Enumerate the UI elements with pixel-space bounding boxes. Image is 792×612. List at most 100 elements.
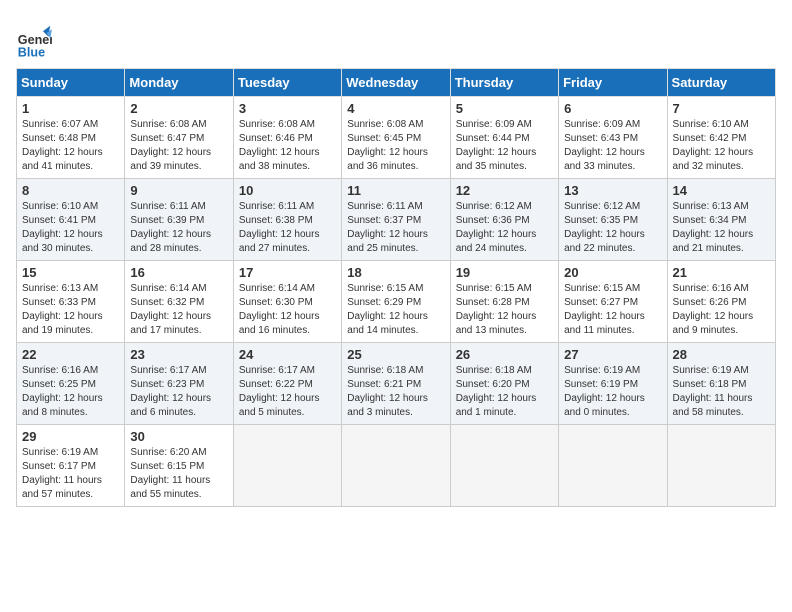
day-number: 2 — [130, 101, 227, 116]
calendar-cell: 11 Sunrise: 6:11 AMSunset: 6:37 PMDaylig… — [342, 179, 450, 261]
cell-info: Sunrise: 6:14 AMSunset: 6:30 PMDaylight:… — [239, 283, 320, 336]
calendar-cell: 3 Sunrise: 6:08 AMSunset: 6:46 PMDayligh… — [233, 97, 341, 179]
calendar-cell — [342, 425, 450, 507]
cell-info: Sunrise: 6:10 AMSunset: 6:41 PMDaylight:… — [22, 201, 103, 254]
calendar-cell: 8 Sunrise: 6:10 AMSunset: 6:41 PMDayligh… — [17, 179, 125, 261]
day-number: 15 — [22, 265, 119, 280]
cell-info: Sunrise: 6:09 AMSunset: 6:44 PMDaylight:… — [456, 119, 537, 172]
calendar-cell: 14 Sunrise: 6:13 AMSunset: 6:34 PMDaylig… — [667, 179, 775, 261]
svg-text:Blue: Blue — [18, 45, 45, 59]
cell-info: Sunrise: 6:07 AMSunset: 6:48 PMDaylight:… — [22, 119, 103, 172]
day-number: 20 — [564, 265, 661, 280]
cell-info: Sunrise: 6:11 AMSunset: 6:37 PMDaylight:… — [347, 201, 428, 254]
calendar-cell: 16 Sunrise: 6:14 AMSunset: 6:32 PMDaylig… — [125, 261, 233, 343]
cell-info: Sunrise: 6:18 AMSunset: 6:20 PMDaylight:… — [456, 365, 537, 418]
calendar-week-row: 15 Sunrise: 6:13 AMSunset: 6:33 PMDaylig… — [17, 261, 776, 343]
day-number: 1 — [22, 101, 119, 116]
logo: General Blue — [16, 24, 52, 60]
cell-info: Sunrise: 6:10 AMSunset: 6:42 PMDaylight:… — [673, 119, 754, 172]
day-number: 4 — [347, 101, 444, 116]
cell-info: Sunrise: 6:11 AMSunset: 6:39 PMDaylight:… — [130, 201, 211, 254]
calendar-cell: 28 Sunrise: 6:19 AMSunset: 6:18 PMDaylig… — [667, 343, 775, 425]
calendar-cell: 20 Sunrise: 6:15 AMSunset: 6:27 PMDaylig… — [559, 261, 667, 343]
day-header-friday: Friday — [559, 69, 667, 97]
day-number: 7 — [673, 101, 770, 116]
day-number: 22 — [22, 347, 119, 362]
day-number: 13 — [564, 183, 661, 198]
cell-info: Sunrise: 6:16 AMSunset: 6:25 PMDaylight:… — [22, 365, 103, 418]
cell-info: Sunrise: 6:15 AMSunset: 6:27 PMDaylight:… — [564, 283, 645, 336]
calendar-cell: 15 Sunrise: 6:13 AMSunset: 6:33 PMDaylig… — [17, 261, 125, 343]
day-number: 27 — [564, 347, 661, 362]
calendar-week-row: 29 Sunrise: 6:19 AMSunset: 6:17 PMDaylig… — [17, 425, 776, 507]
day-header-tuesday: Tuesday — [233, 69, 341, 97]
day-number: 8 — [22, 183, 119, 198]
cell-info: Sunrise: 6:09 AMSunset: 6:43 PMDaylight:… — [564, 119, 645, 172]
day-number: 12 — [456, 183, 553, 198]
calendar-cell: 21 Sunrise: 6:16 AMSunset: 6:26 PMDaylig… — [667, 261, 775, 343]
day-header-sunday: Sunday — [17, 69, 125, 97]
calendar-cell: 25 Sunrise: 6:18 AMSunset: 6:21 PMDaylig… — [342, 343, 450, 425]
cell-info: Sunrise: 6:12 AMSunset: 6:35 PMDaylight:… — [564, 201, 645, 254]
logo-icon: General Blue — [16, 24, 52, 60]
calendar-cell: 22 Sunrise: 6:16 AMSunset: 6:25 PMDaylig… — [17, 343, 125, 425]
day-header-saturday: Saturday — [667, 69, 775, 97]
day-number: 26 — [456, 347, 553, 362]
cell-info: Sunrise: 6:15 AMSunset: 6:28 PMDaylight:… — [456, 283, 537, 336]
calendar-week-row: 22 Sunrise: 6:16 AMSunset: 6:25 PMDaylig… — [17, 343, 776, 425]
calendar-header-row: SundayMondayTuesdayWednesdayThursdayFrid… — [17, 69, 776, 97]
cell-info: Sunrise: 6:19 AMSunset: 6:17 PMDaylight:… — [22, 447, 102, 500]
day-number: 19 — [456, 265, 553, 280]
calendar-cell: 17 Sunrise: 6:14 AMSunset: 6:30 PMDaylig… — [233, 261, 341, 343]
day-number: 11 — [347, 183, 444, 198]
calendar-cell: 7 Sunrise: 6:10 AMSunset: 6:42 PMDayligh… — [667, 97, 775, 179]
day-number: 28 — [673, 347, 770, 362]
cell-info: Sunrise: 6:08 AMSunset: 6:45 PMDaylight:… — [347, 119, 428, 172]
day-header-wednesday: Wednesday — [342, 69, 450, 97]
day-number: 14 — [673, 183, 770, 198]
calendar-cell: 23 Sunrise: 6:17 AMSunset: 6:23 PMDaylig… — [125, 343, 233, 425]
calendar-cell: 13 Sunrise: 6:12 AMSunset: 6:35 PMDaylig… — [559, 179, 667, 261]
day-number: 18 — [347, 265, 444, 280]
calendar-week-row: 1 Sunrise: 6:07 AMSunset: 6:48 PMDayligh… — [17, 97, 776, 179]
calendar-cell: 24 Sunrise: 6:17 AMSunset: 6:22 PMDaylig… — [233, 343, 341, 425]
cell-info: Sunrise: 6:15 AMSunset: 6:29 PMDaylight:… — [347, 283, 428, 336]
calendar-cell: 19 Sunrise: 6:15 AMSunset: 6:28 PMDaylig… — [450, 261, 558, 343]
cell-info: Sunrise: 6:17 AMSunset: 6:22 PMDaylight:… — [239, 365, 320, 418]
calendar-cell: 1 Sunrise: 6:07 AMSunset: 6:48 PMDayligh… — [17, 97, 125, 179]
cell-info: Sunrise: 6:17 AMSunset: 6:23 PMDaylight:… — [130, 365, 211, 418]
calendar-cell — [559, 425, 667, 507]
cell-info: Sunrise: 6:19 AMSunset: 6:18 PMDaylight:… — [673, 365, 753, 418]
cell-info: Sunrise: 6:18 AMSunset: 6:21 PMDaylight:… — [347, 365, 428, 418]
calendar-cell: 18 Sunrise: 6:15 AMSunset: 6:29 PMDaylig… — [342, 261, 450, 343]
calendar-cell: 12 Sunrise: 6:12 AMSunset: 6:36 PMDaylig… — [450, 179, 558, 261]
page-header: General Blue — [16, 16, 776, 60]
calendar-cell: 30 Sunrise: 6:20 AMSunset: 6:15 PMDaylig… — [125, 425, 233, 507]
calendar-cell: 27 Sunrise: 6:19 AMSunset: 6:19 PMDaylig… — [559, 343, 667, 425]
day-number: 3 — [239, 101, 336, 116]
day-number: 16 — [130, 265, 227, 280]
calendar-cell: 10 Sunrise: 6:11 AMSunset: 6:38 PMDaylig… — [233, 179, 341, 261]
cell-info: Sunrise: 6:13 AMSunset: 6:34 PMDaylight:… — [673, 201, 754, 254]
calendar-cell: 2 Sunrise: 6:08 AMSunset: 6:47 PMDayligh… — [125, 97, 233, 179]
calendar-week-row: 8 Sunrise: 6:10 AMSunset: 6:41 PMDayligh… — [17, 179, 776, 261]
day-number: 29 — [22, 429, 119, 444]
cell-info: Sunrise: 6:19 AMSunset: 6:19 PMDaylight:… — [564, 365, 645, 418]
calendar-cell: 6 Sunrise: 6:09 AMSunset: 6:43 PMDayligh… — [559, 97, 667, 179]
day-number: 10 — [239, 183, 336, 198]
cell-info: Sunrise: 6:08 AMSunset: 6:46 PMDaylight:… — [239, 119, 320, 172]
calendar-cell: 9 Sunrise: 6:11 AMSunset: 6:39 PMDayligh… — [125, 179, 233, 261]
calendar-cell: 4 Sunrise: 6:08 AMSunset: 6:45 PMDayligh… — [342, 97, 450, 179]
calendar-cell: 29 Sunrise: 6:19 AMSunset: 6:17 PMDaylig… — [17, 425, 125, 507]
calendar-cell — [233, 425, 341, 507]
day-number: 25 — [347, 347, 444, 362]
cell-info: Sunrise: 6:14 AMSunset: 6:32 PMDaylight:… — [130, 283, 211, 336]
cell-info: Sunrise: 6:11 AMSunset: 6:38 PMDaylight:… — [239, 201, 320, 254]
day-number: 17 — [239, 265, 336, 280]
day-header-thursday: Thursday — [450, 69, 558, 97]
calendar-cell: 5 Sunrise: 6:09 AMSunset: 6:44 PMDayligh… — [450, 97, 558, 179]
cell-info: Sunrise: 6:12 AMSunset: 6:36 PMDaylight:… — [456, 201, 537, 254]
calendar-cell: 26 Sunrise: 6:18 AMSunset: 6:20 PMDaylig… — [450, 343, 558, 425]
calendar-table: SundayMondayTuesdayWednesdayThursdayFrid… — [16, 68, 776, 507]
calendar-cell — [667, 425, 775, 507]
